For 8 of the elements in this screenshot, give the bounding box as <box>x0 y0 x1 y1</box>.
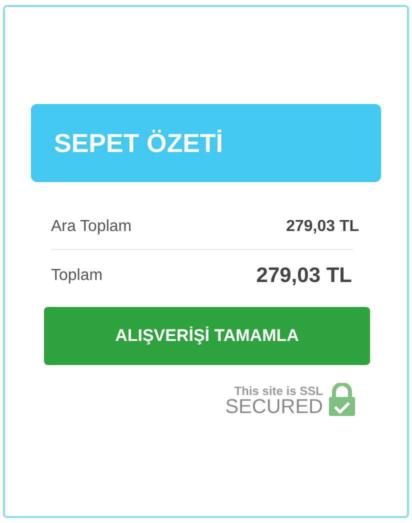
row-label: Ara Toplam <box>51 218 132 236</box>
row-value: 279,03 TL <box>286 218 359 236</box>
row-value: 279,03 TL <box>256 264 353 288</box>
summary-header: SEPET ÖZETİ <box>31 104 381 182</box>
ssl-secured-text: SECURED <box>225 397 323 417</box>
checkout-button[interactable]: ALIŞVERİŞİ TAMAMLA <box>44 307 370 365</box>
row-label: Toplam <box>51 267 103 285</box>
ssl-text: This site is SSL <box>234 385 323 397</box>
